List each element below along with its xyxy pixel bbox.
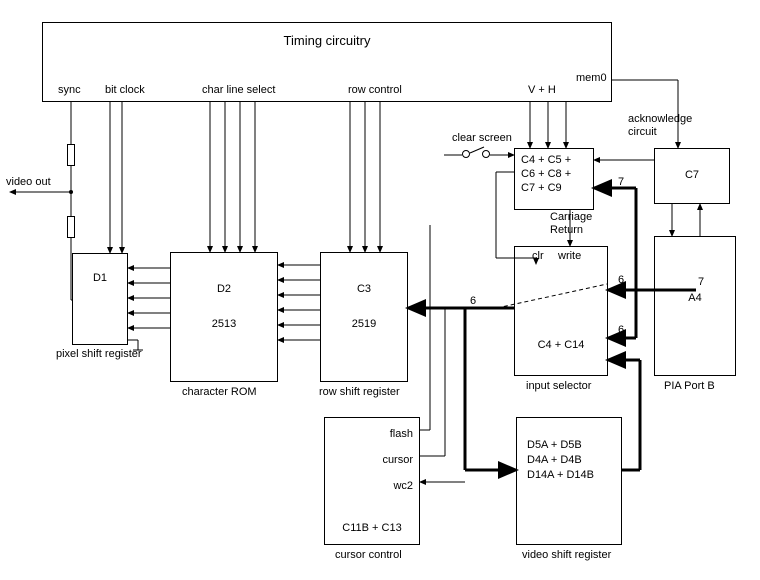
block-d1: D1 [72,253,128,345]
lbl-clear-screen: clear screen [452,132,512,144]
vsr-l3: D14A + D14B [527,468,611,483]
lbl-cr: Carriage Return [550,211,592,237]
switch-c2 [482,150,490,158]
counter-l2: C6 + C8 + [521,167,587,181]
cc-cursor: cursor [382,454,413,466]
title: Timing circuitry [43,33,611,48]
bus-6c: 6 [618,324,624,336]
lbl-bitclock: bit clock [105,84,145,96]
lbl-ack: acknowledge circuit [628,113,692,139]
cc-id: C11B + C13 [325,522,419,534]
lbl-mem0: mem0 [576,72,607,84]
c7-id: C7 [655,169,729,181]
bus-6a: 6 [470,295,476,307]
d2-id: D2 [171,283,277,295]
vsr-l1: D5A + D5B [527,438,611,453]
lbl-vh: V + H [528,84,556,96]
d1-id: D1 [73,272,127,284]
d2-caption: character ROM [182,386,257,398]
cc-wc2: wc2 [393,480,413,492]
block-cursor-control: flash cursor wc2 C11B + C13 [324,417,420,545]
lbl-write: write [558,250,581,262]
inputsel-caption: input selector [526,380,591,392]
block-c7: C7 [654,148,730,204]
switch-c1 [462,150,470,158]
resistor-bot [67,216,75,238]
lbl-sync: sync [58,84,81,96]
inputsel-id: C4 + C14 [515,339,607,351]
cc-flash: flash [390,428,413,440]
a4-caption: PIA Port B [664,380,715,392]
block-c3: C3 2519 [320,252,408,382]
counter-l1: C4 + C5 + [521,153,587,167]
block-video-shift: D5A + D5B D4A + D4B D14A + D14B [516,417,622,545]
resistor-top [67,144,75,166]
lbl-clr: clr [532,250,544,262]
vsr-l2: D4A + D4B [527,453,611,468]
cc-caption: cursor control [335,549,402,561]
lbl-video-out: video out [6,176,51,188]
bus-7b: 7 [698,276,704,288]
c3-caption: row shift register [319,386,400,398]
block-input-selector: C4 + C14 [514,246,608,376]
block-d2: D2 2513 [170,252,278,382]
bus-6b: 6 [618,274,624,286]
c3-id: C3 [321,283,407,295]
d2-chip: 2513 [171,318,277,330]
vsr-caption: video shift register [522,549,611,561]
block-counter: C4 + C5 + C6 + C8 + C7 + C9 [514,148,594,210]
a4-id: A4 [655,292,735,304]
block-a4: A4 [654,236,736,376]
d1-caption: pixel shift register [56,348,142,360]
counter-l3: C7 + C9 [521,181,587,195]
lbl-charline: char line select [202,84,275,96]
bus-7a: 7 [618,176,624,188]
c3-chip: 2519 [321,318,407,330]
lbl-rowctrl: row control [348,84,402,96]
